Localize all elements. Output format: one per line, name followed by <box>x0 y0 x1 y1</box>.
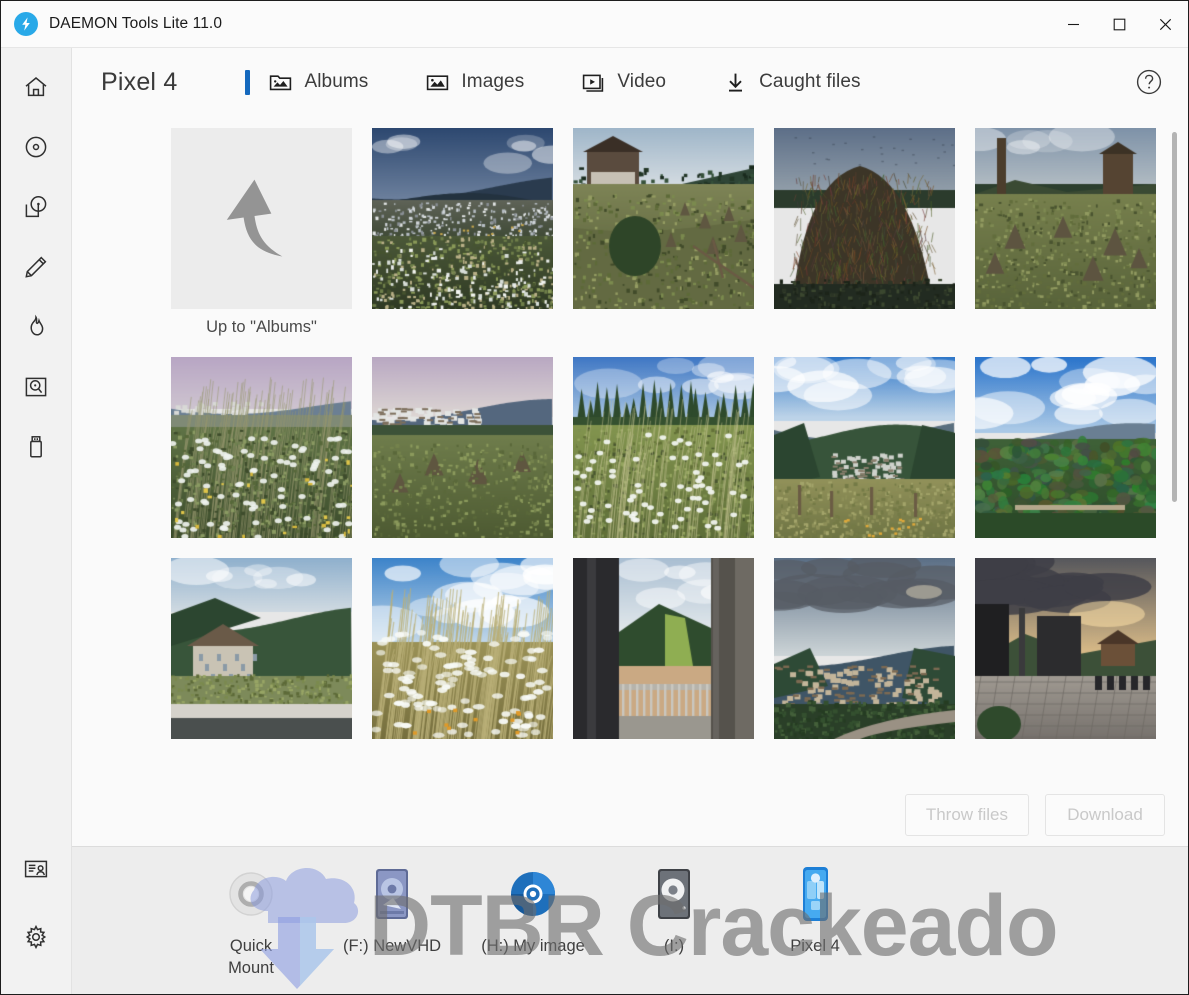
sidebar-item-burn[interactable] <box>13 304 59 350</box>
page-header: Pixel 4 Albums Images Video Caught files <box>72 48 1188 116</box>
thumbnail-tile[interactable] <box>774 128 955 337</box>
picture-icon <box>425 70 450 95</box>
tab-caught-files-label: Caught files <box>759 71 861 93</box>
device-pixel-4[interactable]: Pixel 4 <box>764 863 866 957</box>
tab-video-label: Video <box>617 71 666 93</box>
tab-images[interactable]: Images <box>390 64 546 101</box>
window-controls <box>1050 1 1188 48</box>
thumbnail-image[interactable] <box>975 128 1156 309</box>
up-tile-caption: Up to "Albums" <box>171 318 352 337</box>
tab-caught-files[interactable]: Caught files <box>688 64 883 101</box>
thumbnail-tile[interactable] <box>975 128 1156 337</box>
device-bar: Quick Mount (F:) NewVHD (H:) My image (I:) Pi… <box>72 846 1188 994</box>
sidebar-item-editor[interactable] <box>13 244 59 290</box>
minimize-icon[interactable] <box>1050 1 1096 48</box>
title-bar: DAEMON Tools Lite 11.0 <box>1 1 1188 48</box>
device-h-my-image[interactable]: (H:) My image <box>482 863 584 957</box>
thumbnail-tile[interactable] <box>774 357 955 538</box>
thumbnail-image[interactable] <box>774 357 955 538</box>
window-body: Pixel 4 Albums Images Video Caught files… <box>1 48 1188 994</box>
sidebar-item-account[interactable] <box>13 846 59 892</box>
curved-up-arrow-icon[interactable] <box>171 128 352 309</box>
thumbnail-image[interactable] <box>372 128 553 309</box>
thumbnail-tile[interactable] <box>573 128 754 337</box>
device-label: (I:) <box>664 935 684 957</box>
thumbnail-grid: Up to "Albums" <box>72 128 1188 739</box>
sidebar-item-disc[interactable] <box>13 124 59 170</box>
thumbnail-image[interactable] <box>774 558 955 739</box>
quick-mount[interactable]: Quick Mount <box>200 863 302 980</box>
sidebar-item-hard-disk[interactable] <box>13 364 59 410</box>
tab-indicator <box>402 70 407 95</box>
thumbnail-image[interactable] <box>171 558 352 739</box>
sidebar-item-usb[interactable] <box>13 424 59 470</box>
video-frame-icon <box>581 70 606 95</box>
thumbnail-tile[interactable] <box>372 357 553 538</box>
lightning-bolt-circle-icon <box>14 12 38 36</box>
thumbnail-tile[interactable] <box>774 558 955 739</box>
download-arrow-icon <box>723 70 748 95</box>
disc-blue-icon <box>502 863 564 925</box>
tab-video[interactable]: Video <box>546 64 688 101</box>
window-title: DAEMON Tools Lite 11.0 <box>49 15 222 33</box>
device-label: Quick Mount <box>228 935 274 980</box>
content-area: Pixel 4 Albums Images Video Caught files… <box>72 48 1188 994</box>
thumbnail-tile[interactable] <box>171 357 352 538</box>
thumbnail-image[interactable] <box>573 128 754 309</box>
gallery-panel: Up to "Albums" Throw files Download <box>72 116 1188 846</box>
thumbnail-scroll-area: Up to "Albums" <box>72 116 1188 784</box>
download-button[interactable]: Download <box>1045 794 1165 836</box>
tab-albums[interactable]: Albums <box>233 64 390 101</box>
device-i[interactable]: (I:) <box>623 863 725 957</box>
page-title: Pixel 4 <box>101 68 177 97</box>
thumbnail-image[interactable] <box>372 357 553 538</box>
thumbnail-image[interactable] <box>975 558 1156 739</box>
device-label: (H:) My image <box>481 935 585 957</box>
thumbnail-image[interactable] <box>372 558 553 739</box>
thumbnail-tile[interactable] <box>573 558 754 739</box>
close-icon[interactable] <box>1142 1 1188 48</box>
thumbnail-image[interactable] <box>573 558 754 739</box>
quick-mount-ring-icon <box>220 863 282 925</box>
action-bar: Throw files Download <box>72 784 1188 846</box>
active-tab-indicator <box>245 70 250 95</box>
daemon-tools-window: DAEMON Tools Lite 11.0 Pixel 4 Albums Im… <box>0 0 1189 995</box>
tab-images-label: Images <box>461 71 524 93</box>
thumbnail-image[interactable] <box>573 357 754 538</box>
folder-photo-icon <box>268 70 293 95</box>
sidebar-bottom <box>13 846 59 994</box>
sidebar <box>1 48 72 994</box>
android-phone-icon <box>784 863 846 925</box>
thumbnail-image[interactable] <box>975 357 1156 538</box>
sidebar-item-home[interactable] <box>13 64 59 110</box>
hard-disk-blue-icon <box>361 863 423 925</box>
thumbnail-tile[interactable] <box>573 357 754 538</box>
thumbnail-tile[interactable] <box>975 558 1156 739</box>
thumbnail-image[interactable] <box>774 128 955 309</box>
thumbnail-image[interactable] <box>171 357 352 538</box>
thumbnail-tile[interactable] <box>975 357 1156 538</box>
up-to-parent-tile[interactable]: Up to "Albums" <box>171 128 352 337</box>
thumbnail-tile[interactable] <box>372 128 553 337</box>
device-f-newvhd[interactable]: (F:) NewVHD <box>341 863 443 957</box>
sidebar-item-disc-drive[interactable] <box>13 184 59 230</box>
tab-albums-label: Albums <box>304 71 368 93</box>
tab-indicator <box>700 70 705 95</box>
thumbnail-tile[interactable] <box>372 558 553 739</box>
vertical-scrollbar[interactable] <box>1168 116 1180 846</box>
tab-bar: Albums Images Video Caught files <box>233 64 882 101</box>
device-label: Pixel 4 <box>790 935 840 957</box>
sidebar-item-preferences[interactable] <box>13 914 59 960</box>
maximize-icon[interactable] <box>1096 1 1142 48</box>
device-label: (F:) NewVHD <box>343 935 441 957</box>
throw-files-button[interactable]: Throw files <box>905 794 1029 836</box>
question-circle-icon[interactable] <box>1132 65 1166 99</box>
thumbnail-tile[interactable] <box>171 558 352 739</box>
hard-disk-gray-icon <box>643 863 705 925</box>
tab-indicator <box>558 70 563 95</box>
scrollbar-thumb[interactable] <box>1172 132 1177 502</box>
